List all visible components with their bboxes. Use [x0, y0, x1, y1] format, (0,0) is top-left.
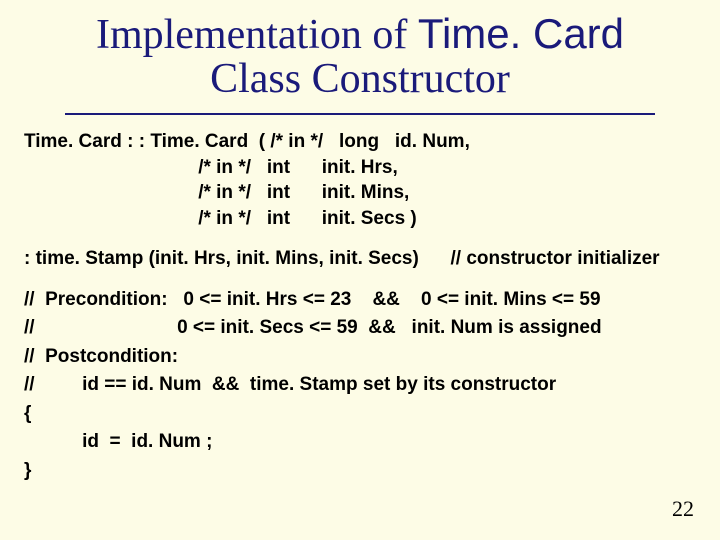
sig-line-1: Time. Card : : Time. Card ( /* in */ lon…: [24, 131, 470, 152]
title-underline: [65, 113, 655, 115]
body-line-5: {: [24, 403, 31, 424]
page-number: 22: [672, 496, 694, 522]
title-line-1-prefix: Implementation of: [96, 12, 418, 58]
sig-line-2: /* in */ int init. Hrs,: [24, 157, 398, 178]
title-line-1-accent: Time. Card: [418, 10, 624, 57]
constructor-signature: Time. Card : : Time. Card ( /* in */ lon…: [24, 129, 702, 232]
slide-title: Implementation of Time. Card Class Const…: [18, 12, 702, 101]
initializer-line: : time. Stamp (init. Hrs, init. Mins, in…: [24, 248, 702, 270]
sig-line-4: /* in */ int init. Secs ): [24, 208, 417, 229]
body-line-2: // 0 <= init. Secs <= 59 && init. Num is…: [24, 317, 602, 338]
sig-line-3: /* in */ int init. Mins,: [24, 182, 409, 203]
body-line-1: // Precondition: 0 <= init. Hrs <= 23 &&…: [24, 289, 601, 310]
title-line-1: Implementation of Time. Card: [18, 12, 702, 57]
initializer-comment: // constructor initializer: [451, 248, 660, 269]
slide: Implementation of Time. Card Class Const…: [0, 0, 720, 540]
body-line-6: id = id. Num ;: [24, 431, 212, 452]
body-line-3: // Postcondition:: [24, 346, 178, 367]
initializer-text: : time. Stamp (init. Hrs, init. Mins, in…: [24, 248, 419, 269]
title-line-2: Class Constructor: [18, 57, 702, 101]
body-line-7: }: [24, 460, 31, 481]
constructor-body: // Precondition: 0 <= init. Hrs <= 23 &&…: [24, 286, 702, 486]
body-line-4: // id == id. Num && time. Stamp set by i…: [24, 374, 556, 395]
